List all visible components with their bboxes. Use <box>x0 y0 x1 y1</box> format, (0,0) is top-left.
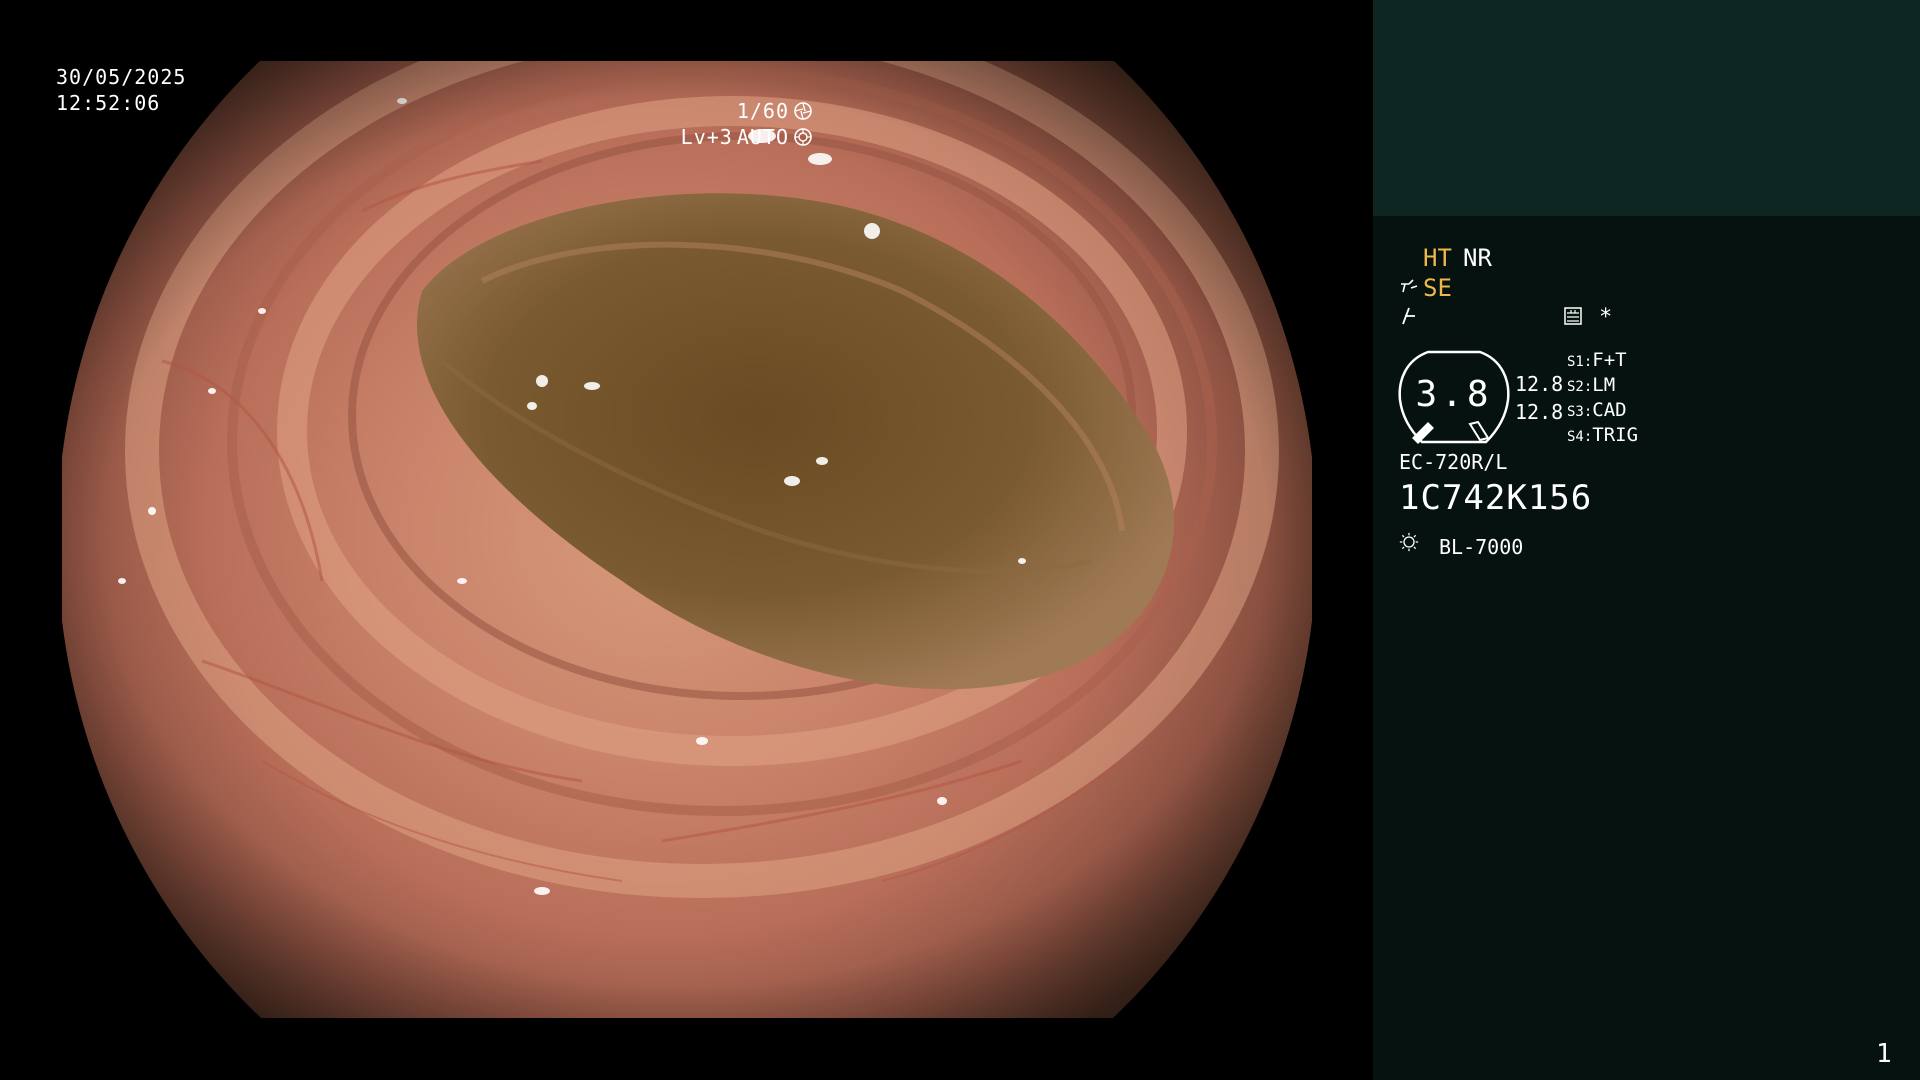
zoom-value: 3.8 <box>1415 374 1493 415</box>
value-readout-2: 12.8 <box>1515 400 1564 424</box>
ht-indicator: HT <box>1423 244 1452 272</box>
light-source-model: BL-7000 <box>1439 535 1524 559</box>
switch-s3: S3:CAD <box>1567 399 1627 421</box>
switch-s4: S4:TRIG <box>1567 424 1639 446</box>
page-number: 1 <box>1876 1039 1892 1069</box>
colon-lumen-image <box>62 61 1312 1018</box>
switch-s1: S1:F+T <box>1567 349 1627 371</box>
star-indicator: * <box>1599 305 1613 330</box>
camera-settings: 1/60 Lv+3 AUTO <box>681 98 813 150</box>
light-source-icon <box>1399 532 1419 552</box>
patient-info-area <box>1373 0 1920 216</box>
shutter-icon <box>793 101 813 121</box>
shutter-text: 1/60 <box>736 99 789 123</box>
enhance-icon <box>1399 276 1419 296</box>
iris-text: AUTO <box>736 125 789 149</box>
scope-model: EC-720R/L <box>1399 450 1508 474</box>
time-text: 12:52:06 <box>56 91 161 115</box>
function-icon <box>1399 306 1419 326</box>
iris-icon <box>793 127 813 147</box>
level-text: Lv+3 <box>680 125 733 149</box>
se-indicator: SE <box>1423 274 1452 302</box>
datetime-readout: 30/05/2025 12:52:06 <box>56 64 186 116</box>
nr-indicator: NR <box>1463 244 1492 272</box>
info-panel: HT NR SE * 3.8 12.8 12.8 S1:F+T S2:LM S3… <box>1373 0 1920 1080</box>
endoscopic-image <box>62 61 1312 1018</box>
scale-icon <box>1563 306 1583 326</box>
value-readout-1: 12.8 <box>1515 372 1564 396</box>
scope-serial: 1C742K156 <box>1399 478 1593 518</box>
switch-s2: S2:LM <box>1567 374 1616 396</box>
endoscope-viewport: 30/05/2025 12:52:06 1/60 Lv+3 AUTO <box>0 0 1373 1080</box>
date-text: 30/05/2025 <box>56 65 187 89</box>
